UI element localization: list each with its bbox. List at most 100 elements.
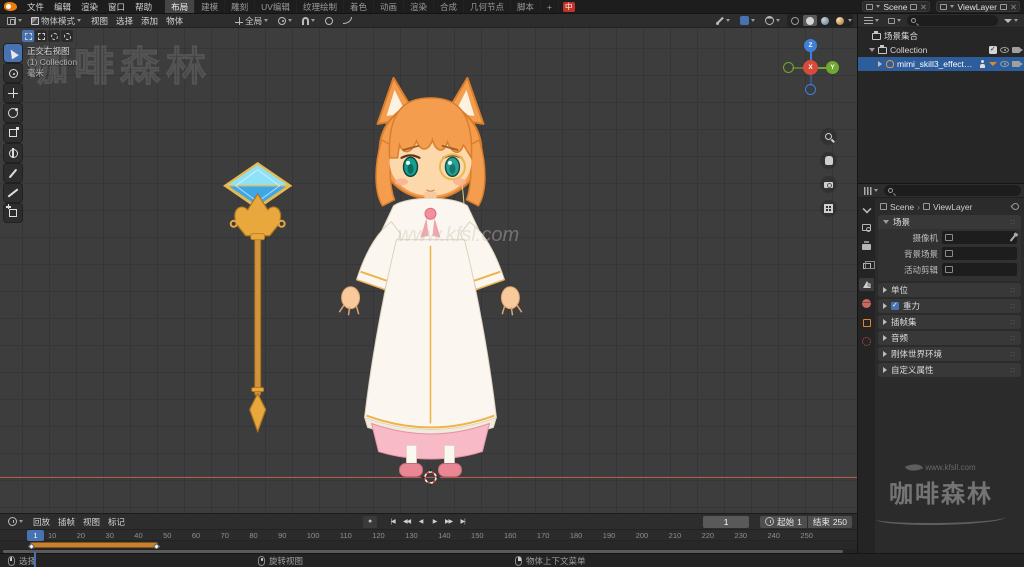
tab-world[interactable] — [859, 297, 874, 310]
collapsed-panel[interactable]: 自定义属性 :: — [878, 363, 1021, 377]
workspace-tab[interactable]: 建模 — [195, 0, 226, 13]
property-field[interactable] — [942, 231, 1017, 244]
remove-view-layer-icon[interactable] — [1010, 4, 1016, 10]
shading-material-button[interactable] — [818, 15, 832, 26]
outliner-row-scene-collection[interactable]: 场景集合 — [858, 29, 1024, 43]
camera-toggle-icon[interactable] — [1012, 47, 1023, 53]
zoom-button[interactable] — [820, 128, 837, 145]
workspace-tab[interactable]: + — [541, 0, 560, 13]
camera-view-button[interactable] — [820, 176, 837, 193]
properties-editor-type-button[interactable] — [861, 185, 881, 197]
scene-panel-header[interactable]: 场景 :: — [878, 215, 1021, 229]
collapsed-panel[interactable]: 单位 :: — [878, 283, 1021, 297]
search-input[interactable] — [895, 185, 1017, 196]
breadcrumb-scene[interactable]: Scene — [890, 202, 914, 212]
collapsed-panel[interactable]: 重力 :: — [878, 299, 1021, 313]
eyedropper-icon[interactable] — [1009, 233, 1017, 242]
timeline-editor-type-button[interactable] — [5, 516, 26, 528]
app-menu-item[interactable]: 帮助 — [130, 0, 157, 13]
panel-options-icon[interactable]: :: — [1010, 287, 1016, 294]
character-object[interactable] — [338, 76, 523, 477]
panel-options-icon[interactable]: :: — [1010, 367, 1016, 374]
playback-button[interactable]: ◀◀ — [400, 516, 413, 528]
tab-render[interactable] — [859, 221, 874, 234]
panel-options-icon[interactable]: :: — [1010, 351, 1016, 358]
end-frame-field[interactable]: 结束 250 — [807, 515, 853, 528]
tool-select[interactable] — [4, 44, 22, 62]
workspace-tab[interactable]: 合成 — [434, 0, 465, 13]
expand-toggle[interactable] — [868, 48, 875, 52]
playback-button[interactable]: |◀ — [386, 516, 399, 528]
checkbox-icon[interactable] — [891, 301, 899, 310]
gizmo-y-axis[interactable]: Y — [826, 61, 839, 74]
tool-measure[interactable] — [4, 184, 22, 202]
eye-icon[interactable] — [1000, 47, 1009, 53]
collapsed-panel[interactable]: 音频 :: — [878, 331, 1021, 345]
gizmo-neg-y-axis[interactable] — [783, 62, 794, 73]
tool-scale[interactable] — [4, 124, 22, 142]
transform-orientation-dropdown[interactable]: 全局 — [232, 15, 271, 27]
playback-button[interactable]: ▶| — [456, 516, 469, 528]
new-scene-icon[interactable] — [910, 3, 918, 10]
panel-options-icon[interactable]: :: — [1010, 303, 1016, 310]
tool-cursor[interactable] — [4, 64, 22, 82]
breadcrumb-view-layer[interactable]: ViewLayer — [933, 202, 973, 212]
shading-solid-button[interactable] — [803, 15, 817, 26]
3d-viewport[interactable]: 咖啡森林 正交右视图 (1) Collection 毫米 www.kfsl.co… — [0, 28, 857, 513]
show-gizmo-dropdown[interactable] — [712, 15, 733, 27]
playback-button[interactable]: ▶▶ — [442, 516, 455, 528]
mode-dropdown[interactable]: 物体模式 — [28, 15, 84, 27]
display-mode-dropdown[interactable] — [885, 15, 904, 27]
keyframe-range-bar[interactable] — [27, 542, 161, 550]
timeline-menu-item[interactable]: 插帧 — [54, 514, 79, 529]
workspace-tab[interactable]: 脚本 — [511, 0, 542, 13]
new-view-layer-icon[interactable] — [1000, 3, 1007, 10]
viewport-menu-item[interactable]: 物体 — [162, 14, 187, 27]
expand-toggle[interactable] — [876, 61, 883, 67]
gizmo-x-axis[interactable]: X — [803, 60, 818, 75]
tool-rotate[interactable] — [4, 104, 22, 122]
filter-button[interactable] — [1001, 15, 1021, 27]
scene-selector[interactable]: Scene — [862, 1, 931, 12]
outliner-row-collection[interactable]: Collection — [858, 43, 1024, 57]
tab-output[interactable] — [859, 240, 874, 253]
tool-transform[interactable] — [4, 144, 22, 162]
xray-toggle[interactable] — [737, 15, 758, 27]
timeline-track[interactable] — [0, 541, 857, 567]
collapsed-panel[interactable]: 刚体世界环境 :: — [878, 347, 1021, 361]
blender-logo-icon[interactable] — [4, 2, 17, 11]
app-menu-item[interactable]: 文件 — [22, 0, 49, 13]
workspace-tab[interactable]: 动画 — [374, 0, 404, 13]
pivot-point-dropdown[interactable] — [275, 15, 295, 27]
shading-wireframe-button[interactable] — [788, 15, 802, 26]
viewport-menu-item[interactable]: 选择 — [112, 14, 137, 27]
proportional-falloff-dropdown[interactable] — [340, 15, 355, 27]
timeline-ruler[interactable]: 1 10 20 30 40 50 60 70 80 90 100 110 120 130 140 150 16… — [0, 530, 857, 542]
proportional-editing-toggle[interactable] — [322, 15, 336, 27]
timeline-menu-item[interactable]: 回放 — [29, 514, 54, 529]
viewport-menu-item[interactable]: 添加 — [137, 14, 162, 27]
auto-keying-button[interactable]: ● — [363, 515, 378, 528]
workspace-tab[interactable]: UV编辑 — [255, 0, 297, 13]
playback-button[interactable]: ◀ — [414, 516, 427, 528]
current-frame-field[interactable] — [703, 515, 750, 528]
timeline-menu-item[interactable]: 标记 — [104, 514, 129, 529]
workspace-tab[interactable]: 着色 — [344, 0, 374, 13]
pin-icon[interactable] — [1010, 201, 1021, 212]
shading-rendered-button[interactable] — [833, 15, 847, 26]
tab-scene[interactable] — [859, 278, 874, 291]
search-input[interactable] — [918, 15, 994, 26]
snap-toggle[interactable] — [299, 15, 318, 27]
timeline-scrollbar[interactable] — [0, 549, 857, 553]
editor-type-button[interactable] — [4, 15, 25, 27]
property-field[interactable] — [942, 263, 1017, 276]
camera-toggle-icon[interactable] — [1012, 61, 1023, 67]
pan-button[interactable] — [820, 152, 837, 169]
playhead-line[interactable] — [34, 552, 36, 567]
workspace-tab[interactable]: 渲染 — [404, 0, 434, 13]
playhead-label[interactable]: 1 — [27, 530, 44, 542]
staff-object[interactable] — [223, 162, 293, 434]
workspace-tab[interactable]: 雕刻 — [225, 0, 256, 13]
tab-physics[interactable] — [859, 335, 874, 348]
view-layer-selector[interactable]: ViewLayer — [936, 1, 1020, 12]
